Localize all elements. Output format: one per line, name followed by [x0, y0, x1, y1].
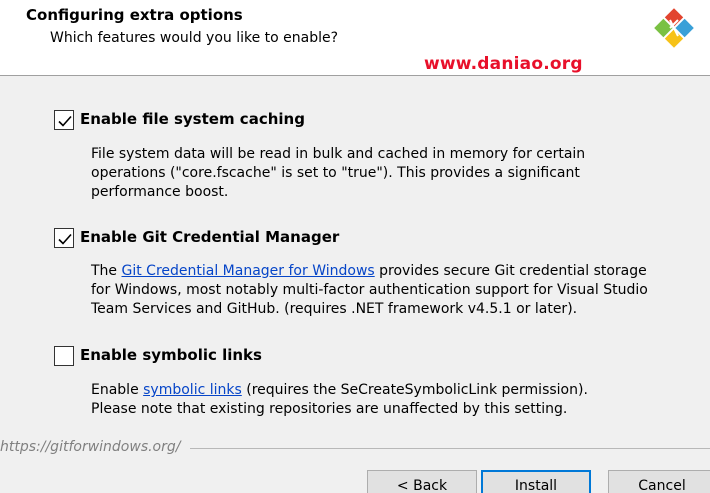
git-credential-manager-checkbox[interactable] — [54, 228, 74, 248]
symbolic-links-link[interactable]: symbolic links — [143, 382, 242, 398]
header: Configuring extra options Which features… — [0, 0, 710, 76]
footer-url-link[interactable]: https://gitforwindows.org/ — [0, 439, 180, 455]
symbolic-links-checkbox[interactable] — [54, 346, 74, 366]
git-credential-manager-description: The Git Credential Manager for Windows p… — [91, 263, 648, 317]
checkmark-icon — [58, 115, 72, 127]
cancel-button[interactable]: Cancel — [608, 470, 710, 493]
file-system-caching-label[interactable]: Enable file system caching — [80, 110, 305, 128]
git-credential-manager-link[interactable]: Git Credential Manager for Windows — [122, 263, 375, 279]
watermark-text: www.daniao.org — [424, 54, 583, 74]
footer-divider — [190, 448, 710, 449]
file-system-caching-description: File system data will be read in bulk an… — [91, 146, 586, 200]
file-system-caching-checkbox[interactable] — [54, 110, 74, 130]
page-title: Configuring extra options — [26, 6, 243, 24]
checkmark-icon — [58, 233, 72, 245]
page-subtitle: Which features would you like to enable? — [50, 30, 339, 46]
back-button[interactable]: < Back — [367, 470, 477, 493]
install-button[interactable]: Install — [481, 470, 591, 493]
git-credential-manager-label[interactable]: Enable Git Credential Manager — [80, 228, 339, 246]
symbolic-links-description: Enable symbolic links (requires the SeCr… — [91, 382, 588, 417]
git-logo-icon — [654, 8, 694, 48]
symbolic-links-label[interactable]: Enable symbolic links — [80, 346, 262, 364]
